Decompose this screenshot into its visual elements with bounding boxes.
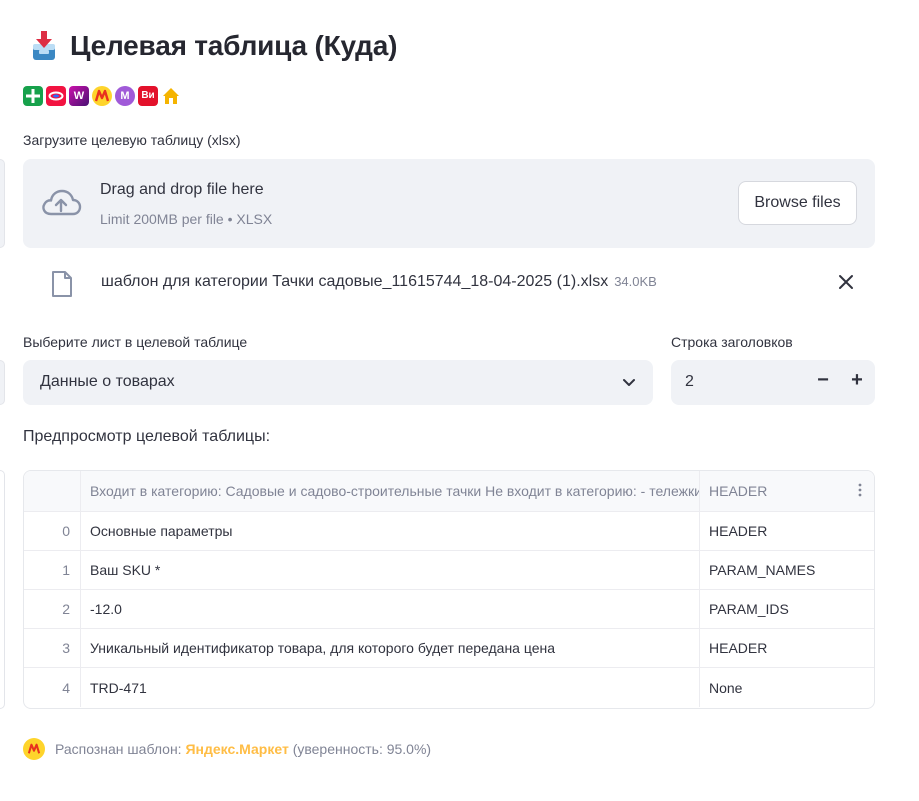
wildberries-logo: W: [69, 86, 89, 106]
vseinstrumenti-logo: Ви: [138, 86, 158, 106]
sidebar-edge-1: [0, 159, 5, 248]
uploaded-file: шаблон для категории Тачки садовые_11615…: [23, 262, 875, 306]
row-index: 0: [24, 512, 81, 550]
index-header: [24, 471, 81, 511]
megamarket-logo: M: [115, 86, 135, 106]
yandex-market-icon: [23, 738, 45, 760]
vseinstrumenti-glyph: Ви: [141, 90, 155, 101]
file-name: шаблон для категории Тачки садовые_11615…: [101, 273, 657, 291]
file-name-text: шаблон для категории Тачки садовые_11615…: [101, 273, 609, 290]
table-row[interactable]: 1 Ваш SKU * PARAM_NAMES: [24, 551, 874, 590]
megamarket-glyph: M: [120, 89, 130, 102]
row-index: 2: [24, 590, 81, 628]
sheet-select[interactable]: Данные о товарах: [23, 360, 653, 405]
table-row[interactable]: 3 Уникальный идентификатор товара, для к…: [24, 629, 874, 668]
status-text: Распознан шаблон: Яндекс.Маркет (уверенн…: [55, 741, 431, 757]
close-icon: [839, 275, 853, 289]
row-index: 1: [24, 551, 81, 589]
dropzone-limit: Limit 200MB per file • XLSX: [100, 211, 273, 227]
table-cell[interactable]: PARAM_NAMES: [700, 551, 874, 589]
column-header[interactable]: Входит в категорию: Садовые и садово-стр…: [81, 471, 700, 511]
ozon-logo: [46, 86, 66, 106]
sheet-select-label: Выберите лист в целевой таблице: [23, 334, 248, 350]
detected-brand: Яндекс.Маркет: [185, 741, 289, 757]
file-icon: [50, 270, 74, 298]
file-size: 34.0KB: [614, 274, 657, 289]
confidence: (уверенность: 95.0%): [292, 741, 432, 757]
row-index: 4: [24, 668, 81, 707]
sidebar-edge-3: [0, 470, 5, 709]
table-row[interactable]: 2 -12.0 PARAM_IDS: [24, 590, 874, 629]
table-cell[interactable]: -12.0: [81, 590, 700, 628]
sidebar-edge-2: [0, 360, 5, 405]
preview-table[interactable]: Входит в категорию: Садовые и садово-стр…: [23, 470, 875, 709]
preview-title: Предпросмотр целевой таблицы:: [23, 428, 271, 445]
home-logo: [161, 86, 181, 106]
uploader-label: Загрузите целевую таблицу (xlsx): [23, 132, 241, 148]
table-row[interactable]: 4 TRD-471 None: [24, 668, 874, 707]
plus-logo: [23, 86, 43, 106]
row-index: 3: [24, 629, 81, 667]
header-row-value[interactable]: 2: [685, 373, 694, 391]
cloud-upload-icon: [40, 187, 82, 219]
column-header[interactable]: HEADER: [700, 471, 874, 511]
decrement-button[interactable]: −: [811, 369, 835, 395]
dropzone-instructions: Drag and drop file here: [100, 181, 264, 198]
table-cell[interactable]: HEADER: [700, 512, 874, 550]
wildberries-glyph: W: [73, 89, 85, 102]
file-dropzone[interactable]: Drag and drop file here Limit 200MB per …: [23, 159, 875, 248]
table-cell[interactable]: Основные параметры: [81, 512, 700, 550]
status-prefix: Распознан шаблон:: [55, 741, 182, 757]
header-row-label: Строка заголовков: [671, 334, 793, 350]
inbox-tray-icon: [30, 29, 58, 63]
yandex-market-logo: [92, 86, 112, 106]
page-title: Целевая таблица (Куда): [70, 30, 398, 61]
table-cell[interactable]: Ваш SKU *: [81, 551, 700, 589]
header-row-stepper[interactable]: 2 − +: [671, 360, 875, 405]
column-menu-icon[interactable]: [858, 483, 862, 497]
table-cell[interactable]: None: [700, 668, 874, 707]
table-cell[interactable]: HEADER: [700, 629, 874, 667]
template-detection-status: Распознан шаблон: Яндекс.Маркет (уверенн…: [23, 737, 431, 761]
sheet-select-value: Данные о товарах: [40, 373, 175, 390]
marketplace-logos: W M Ви: [23, 86, 181, 106]
table-cell[interactable]: Уникальный идентификатор товара, для кот…: [81, 629, 700, 667]
table-cell[interactable]: PARAM_IDS: [700, 590, 874, 628]
page-title-row: Целевая таблица (Куда): [30, 26, 397, 66]
remove-file-button[interactable]: [835, 272, 857, 294]
chevron-down-icon: [621, 374, 637, 390]
table-row[interactable]: 0 Основные параметры HEADER: [24, 512, 874, 551]
browse-files-button[interactable]: Browse files: [738, 181, 857, 225]
table-header-row: Входит в категорию: Садовые и садово-стр…: [24, 471, 874, 512]
increment-button[interactable]: +: [845, 369, 869, 395]
table-cell[interactable]: TRD-471: [81, 668, 700, 707]
